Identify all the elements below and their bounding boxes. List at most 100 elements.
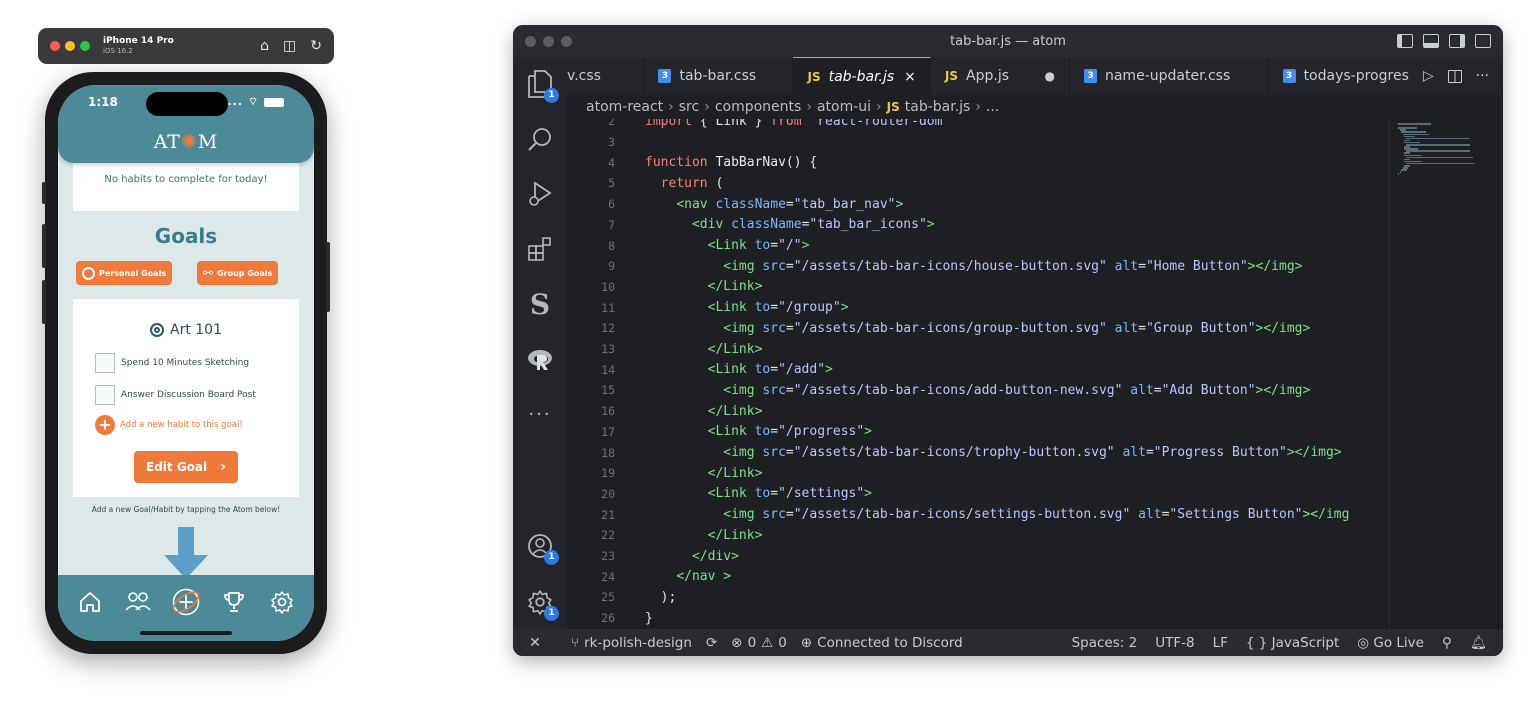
close-window-button[interactable]: [50, 41, 60, 51]
line-number[interactable]: 11: [567, 301, 615, 315]
run-debug-icon[interactable]: [525, 179, 555, 209]
atom-logo[interactable]: AT✺M: [58, 131, 314, 153]
tab-todays-progress[interactable]: 3 todays-progres: [1269, 57, 1423, 95]
explorer-icon[interactable]: 1: [525, 69, 559, 103]
line-number[interactable]: 5: [567, 176, 615, 190]
breadcrumb-item[interactable]: components: [715, 99, 802, 115]
code-line[interactable]: 23 </div>: [567, 546, 739, 567]
code-line[interactable]: 20 <Link to="/settings">: [567, 484, 872, 505]
line-number[interactable]: 8: [567, 239, 615, 253]
zoom-window-button[interactable]: [561, 35, 572, 47]
toggle-sidebar-icon[interactable]: [1397, 34, 1413, 48]
code-line[interactable]: 17 <Link to="/progress">: [567, 422, 872, 443]
line-number[interactable]: 21: [567, 508, 615, 522]
close-window-button[interactable]: [525, 35, 536, 47]
rotate-icon[interactable]: ↻: [310, 38, 322, 54]
tab-app-js[interactable]: JS App.js ●: [931, 57, 1070, 95]
line-number[interactable]: 18: [567, 446, 615, 460]
personal-goals-button[interactable]: Personal Goals: [76, 261, 173, 285]
eol-status[interactable]: LF: [1213, 635, 1228, 651]
code-line[interactable]: 5 return (: [567, 173, 723, 194]
extensions-icon[interactable]: [525, 234, 555, 264]
code-line[interactable]: 3: [567, 132, 615, 153]
code-line[interactable]: 4 function TabBarNav() {: [567, 152, 817, 173]
language-mode[interactable]: { } JavaScript: [1246, 635, 1339, 651]
tab-progress[interactable]: [219, 587, 249, 617]
code-line[interactable]: 18 <img src="/assets/tab-bar-icons/troph…: [567, 442, 1342, 463]
more-actions-icon[interactable]: ···: [1476, 68, 1489, 84]
breadcrumb-item[interactable]: tab-bar.js: [905, 99, 971, 115]
line-number[interactable]: 2: [567, 119, 615, 128]
code-line[interactable]: 19 </Link>: [567, 463, 762, 484]
breadcrumb-item[interactable]: atom-react: [586, 99, 663, 115]
code-line[interactable]: 8 <Link to="/">: [567, 235, 809, 256]
minimize-window-button[interactable]: [543, 35, 554, 47]
tab-group[interactable]: [123, 587, 153, 617]
r-language-icon[interactable]: [525, 345, 555, 375]
line-number[interactable]: 25: [567, 590, 615, 604]
line-number[interactable]: 12: [567, 321, 615, 335]
tab-add[interactable]: [171, 587, 201, 617]
home-indicator[interactable]: [140, 631, 232, 635]
customize-layout-icon[interactable]: [1475, 34, 1491, 48]
line-number[interactable]: 23: [567, 549, 615, 563]
code-line[interactable]: 26}: [567, 608, 653, 629]
line-number[interactable]: 19: [567, 466, 615, 480]
encoding-status[interactable]: UTF-8: [1155, 635, 1194, 651]
line-number[interactable]: 7: [567, 218, 615, 232]
line-number[interactable]: 10: [567, 280, 615, 294]
code-line[interactable]: 14 <Link to="/add">: [567, 359, 833, 380]
zoom-window-button[interactable]: [80, 41, 90, 51]
add-habit-button[interactable]: + Add a new habit to this goal!: [95, 415, 243, 435]
group-goals-button[interactable]: ⚯ Group Goals: [197, 261, 279, 285]
line-number[interactable]: 9: [567, 259, 615, 273]
code-line[interactable]: 2 import { Link } from 'react-router-dom': [567, 119, 950, 132]
tab-home[interactable]: [75, 587, 105, 617]
manage-gear-icon[interactable]: 1: [525, 587, 559, 621]
habit-checkbox[interactable]: [95, 385, 115, 405]
line-number[interactable]: 16: [567, 404, 615, 418]
code-line[interactable]: 7 <div className="tab_bar_icons">: [567, 215, 935, 236]
search-icon[interactable]: [525, 125, 555, 155]
edit-goal-button[interactable]: Edit Goal ›: [134, 451, 238, 483]
toggle-secondary-sidebar-icon[interactable]: [1449, 34, 1465, 48]
tab-name-updater-css[interactable]: 3 name-updater.css: [1070, 57, 1269, 95]
line-number[interactable]: 6: [567, 197, 615, 211]
line-number[interactable]: 4: [567, 156, 615, 170]
indentation-status[interactable]: Spaces: 2: [1072, 635, 1138, 651]
breadcrumb-item[interactable]: src: [679, 99, 699, 115]
line-number[interactable]: 17: [567, 425, 615, 439]
line-number[interactable]: 15: [567, 383, 615, 397]
line-number[interactable]: 20: [567, 487, 615, 501]
code-line[interactable]: 6 <nav className="tab_bar_nav">: [567, 194, 903, 215]
line-number[interactable]: 13: [567, 342, 615, 356]
line-number[interactable]: 24: [567, 570, 615, 584]
tab-partial-css[interactable]: v.css: [567, 57, 645, 95]
split-editor-icon[interactable]: [1447, 69, 1462, 83]
breadcrumb-item[interactable]: ...: [986, 99, 999, 115]
code-line[interactable]: 15 <img src="/assets/tab-bar-icons/add-b…: [567, 380, 1310, 401]
snippet-icon[interactable]: S: [525, 288, 555, 321]
home-button-icon[interactable]: ⌂: [260, 38, 269, 54]
modified-dot-icon[interactable]: ●: [1045, 69, 1055, 83]
sync-icon[interactable]: ⟳: [706, 635, 717, 651]
toggle-panel-icon[interactable]: [1423, 34, 1439, 48]
code-line[interactable]: 13 </Link>: [567, 339, 762, 360]
account-icon[interactable]: 1: [525, 531, 559, 565]
close-tab-icon[interactable]: ×: [904, 69, 916, 85]
code-line[interactable]: 24 </nav >: [567, 566, 731, 587]
minimize-window-button[interactable]: [65, 41, 75, 51]
code-line[interactable]: 22 </Link>: [567, 525, 762, 546]
problems-indicator[interactable]: ⊗ 0 ⚠ 0: [731, 635, 787, 651]
line-number[interactable]: 26: [567, 611, 615, 625]
line-number[interactable]: 14: [567, 363, 615, 377]
minimap[interactable]: [1389, 119, 1503, 629]
more-icon[interactable]: ···: [525, 399, 555, 429]
discord-status[interactable]: ⊕ Connected to Discord: [801, 635, 963, 651]
code-editor[interactable]: 2 import { Link } from 'react-router-dom'…: [567, 119, 1389, 629]
breadcrumb-item[interactable]: atom-ui: [817, 99, 871, 115]
screenshot-icon[interactable]: ◫: [283, 38, 296, 54]
notifications-bell-icon[interactable]: 🔔︎: [1470, 635, 1487, 651]
habit-checkbox[interactable]: [95, 353, 115, 373]
go-live-button[interactable]: ◎ Go Live: [1357, 635, 1424, 651]
